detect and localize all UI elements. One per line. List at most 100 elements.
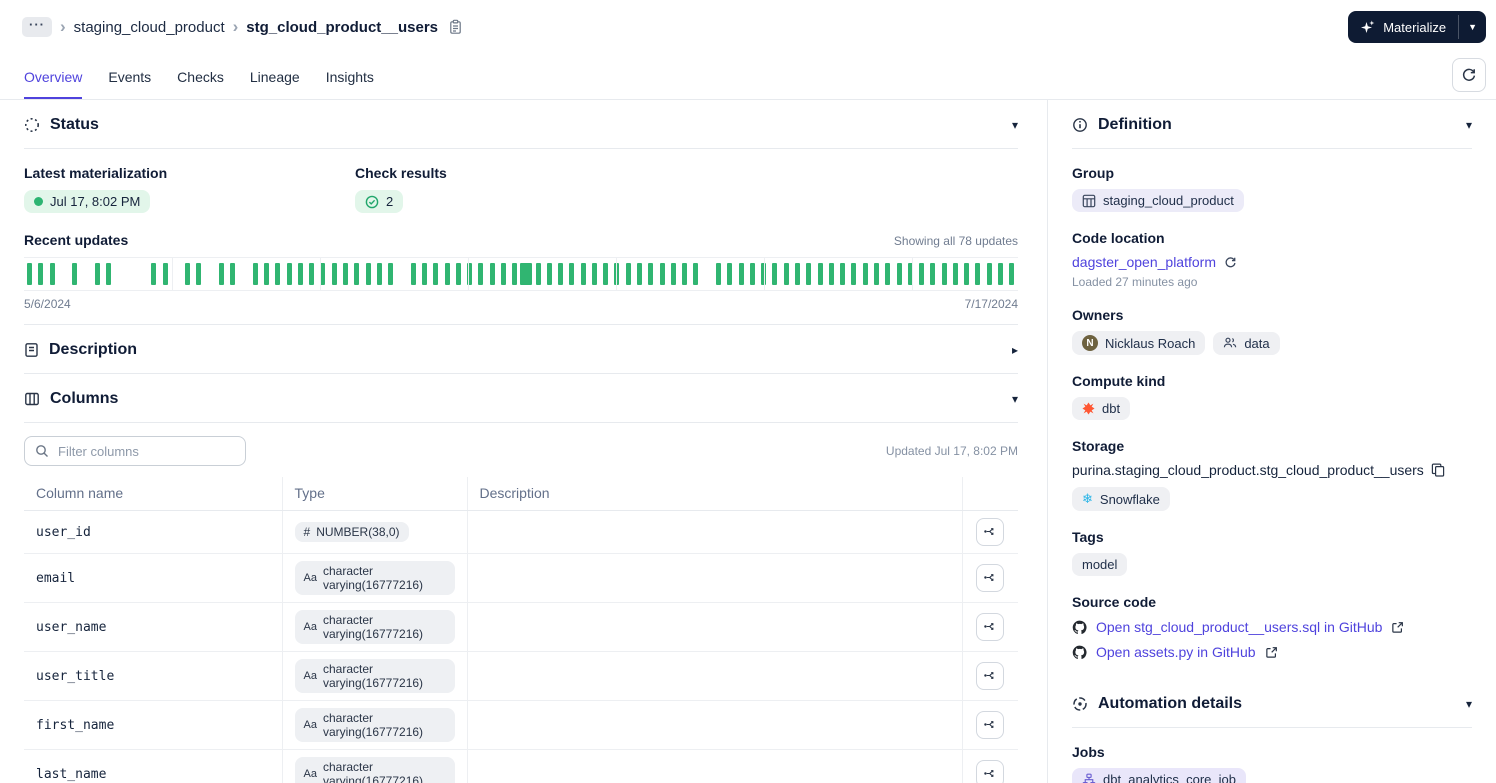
materialize-dropdown-button[interactable]: ▼ — [1459, 11, 1486, 43]
chevron-down-icon[interactable]: ▾ — [1466, 119, 1472, 131]
materialization-tick[interactable] — [637, 263, 643, 285]
materialization-tick[interactable] — [727, 263, 733, 285]
materialization-tick[interactable] — [49, 263, 55, 285]
view-lineage-button[interactable] — [976, 517, 1005, 546]
group-badge[interactable]: staging_cloud_product — [1072, 189, 1244, 212]
reload-icon[interactable] — [1224, 256, 1237, 269]
materialization-tick[interactable] — [975, 263, 981, 285]
materialization-tick[interactable] — [520, 263, 533, 285]
materialization-tick[interactable] — [930, 263, 936, 285]
materialization-tick[interactable] — [873, 263, 879, 285]
check-results-badge[interactable]: 2 — [355, 190, 404, 213]
materialization-tick[interactable] — [343, 263, 349, 285]
materialization-tick[interactable] — [489, 263, 495, 285]
view-lineage-button[interactable] — [976, 563, 1005, 592]
materialization-tick[interactable] — [817, 263, 823, 285]
materialization-tick[interactable] — [365, 263, 371, 285]
job-badge[interactable]: dbt_analytics_core_job — [1072, 768, 1246, 783]
materialization-tick[interactable] — [106, 263, 112, 285]
materialization-tick[interactable] — [151, 263, 157, 285]
materialization-tick[interactable] — [230, 263, 236, 285]
materialization-tick[interactable] — [569, 263, 575, 285]
materialization-tick[interactable] — [376, 263, 382, 285]
materialization-tick[interactable] — [682, 263, 688, 285]
materialization-tick[interactable] — [331, 263, 337, 285]
materialization-tick[interactable] — [185, 263, 191, 285]
materialization-tick[interactable] — [500, 263, 506, 285]
materialization-tick[interactable] — [603, 263, 609, 285]
materialization-tick[interactable] — [772, 263, 778, 285]
materialization-tick[interactable] — [693, 263, 699, 285]
view-lineage-button[interactable] — [976, 710, 1005, 739]
materialization-tick[interactable] — [716, 263, 722, 285]
materialization-tick[interactable] — [444, 263, 450, 285]
source-link-sql[interactable]: Open stg_cloud_product__users.sql in Git… — [1096, 619, 1382, 635]
tab-events[interactable]: Events — [108, 54, 151, 99]
tab-checks[interactable]: Checks — [177, 54, 224, 99]
tab-insights[interactable]: Insights — [326, 54, 374, 99]
chevron-down-icon[interactable]: ▾ — [1012, 393, 1018, 405]
materialization-tick[interactable] — [670, 263, 676, 285]
owner-team-badge[interactable]: data — [1213, 331, 1280, 355]
materialization-tick[interactable] — [851, 263, 857, 285]
materialization-tick[interactable] — [72, 263, 78, 285]
materialize-split-button[interactable]: Materialize ▼ — [1348, 11, 1486, 43]
materialization-tick[interactable] — [749, 263, 755, 285]
materialization-tick[interactable] — [286, 263, 292, 285]
materialization-tick[interactable] — [862, 263, 868, 285]
source-link-assets[interactable]: Open assets.py in GitHub — [1096, 644, 1256, 660]
materialization-tick[interactable] — [986, 263, 992, 285]
materialization-tick[interactable] — [828, 263, 834, 285]
materialization-tick[interactable] — [478, 263, 484, 285]
materialization-tick[interactable] — [648, 263, 654, 285]
filter-columns-input[interactable] — [56, 442, 235, 460]
materialize-button[interactable]: Materialize — [1348, 11, 1458, 43]
materialization-tick[interactable] — [998, 263, 1004, 285]
materialization-tick[interactable] — [354, 263, 360, 285]
materialization-tick[interactable] — [885, 263, 891, 285]
materialization-tick[interactable] — [410, 263, 416, 285]
materialization-tick[interactable] — [218, 263, 224, 285]
materialization-tick[interactable] — [388, 263, 394, 285]
materialization-tick[interactable] — [455, 263, 461, 285]
code-location-link[interactable]: dagster_open_platform — [1072, 254, 1216, 270]
materialization-tick[interactable] — [94, 263, 100, 285]
storage-platform-badge[interactable]: ❄ Snowflake — [1072, 487, 1170, 511]
materialization-tick[interactable] — [783, 263, 789, 285]
materialization-tick[interactable] — [309, 263, 315, 285]
clipboard-icon[interactable] — [448, 19, 463, 35]
materialization-tick[interactable] — [558, 263, 564, 285]
view-lineage-button[interactable] — [976, 612, 1005, 641]
materialization-tick[interactable] — [297, 263, 303, 285]
tag-badge[interactable]: model — [1072, 553, 1128, 576]
materialization-tick[interactable] — [264, 263, 270, 285]
materialization-tick[interactable] — [320, 263, 326, 285]
breadcrumb-group-link[interactable]: staging_cloud_product — [74, 19, 225, 36]
latest-materialization-badge[interactable]: Jul 17, 8:02 PM — [24, 190, 151, 213]
materialization-tick[interactable] — [941, 263, 947, 285]
materialization-tick[interactable] — [896, 263, 902, 285]
owner-user-badge[interactable]: N Nicklaus Roach — [1072, 331, 1206, 355]
view-lineage-button[interactable] — [976, 759, 1005, 783]
materialization-tick[interactable] — [840, 263, 846, 285]
materialization-tick[interactable] — [252, 263, 258, 285]
chevron-down-icon[interactable]: ▾ — [1466, 698, 1472, 710]
compute-kind-badge[interactable]: dbt — [1072, 397, 1131, 420]
refresh-button[interactable] — [1452, 58, 1486, 92]
materialization-tick[interactable] — [38, 263, 44, 285]
materialization-tick[interactable] — [580, 263, 586, 285]
materialization-tick[interactable] — [738, 263, 744, 285]
materialization-tick[interactable] — [546, 263, 552, 285]
tab-overview[interactable]: Overview — [24, 54, 83, 99]
materialization-tick[interactable] — [659, 263, 665, 285]
materialization-tick[interactable] — [196, 263, 202, 285]
chevron-down-icon[interactable]: ▾ — [1012, 119, 1018, 131]
materialization-tick[interactable] — [591, 263, 597, 285]
tab-lineage[interactable]: Lineage — [250, 54, 300, 99]
materialization-tick[interactable] — [1009, 263, 1015, 285]
breadcrumb-ellipsis-button[interactable]: ··· — [22, 17, 52, 37]
materialization-tick[interactable] — [964, 263, 970, 285]
materialization-tick[interactable] — [433, 263, 439, 285]
view-lineage-button[interactable] — [976, 661, 1005, 690]
materialization-tick[interactable] — [806, 263, 812, 285]
